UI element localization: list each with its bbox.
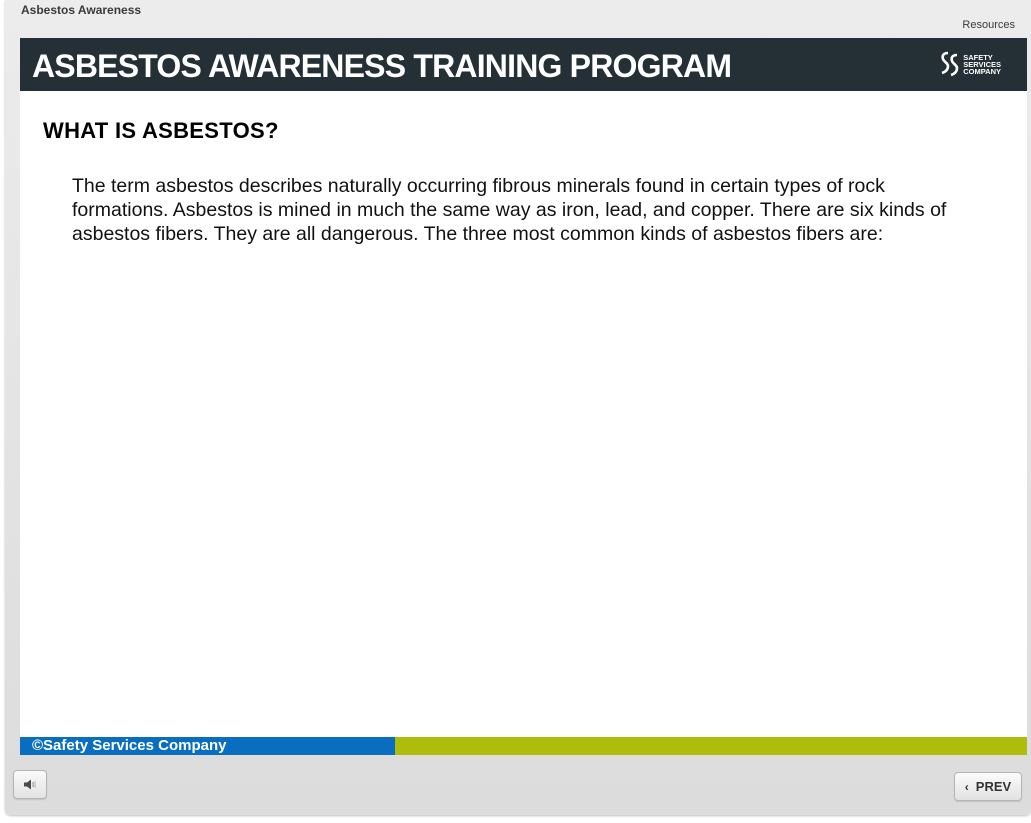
app-title: Asbestos Awareness [21, 3, 142, 17]
resources-link[interactable]: Resources [962, 19, 1015, 31]
audio-button[interactable] [13, 770, 47, 799]
slide-area: ASBESTOS AWARENESS TRAINING PROGRAM SAFE… [20, 38, 1027, 755]
logo-text: SAFETY SERVICES COMPANY [963, 53, 1001, 76]
prev-button[interactable]: ‹ PREV [954, 772, 1022, 801]
player-frame: Asbestos Awareness Resources ASBESTOS AW… [5, 0, 1031, 815]
prev-label: PREV [975, 779, 1012, 794]
slide-body-text: The term asbestos describes naturally oc… [72, 175, 947, 245]
slide-heading: WHAT IS ASBESTOS? [43, 118, 279, 143]
logo-line-3: COMPANY [963, 66, 1001, 76]
logo-mark-icon [941, 51, 959, 77]
slide-banner: ASBESTOS AWARENESS TRAINING PROGRAM SAFE… [20, 38, 1027, 91]
banner-title: ASBESTOS AWARENESS TRAINING PROGRAM [32, 48, 732, 84]
footer-copyright: ©Safety Services Company [32, 737, 227, 754]
footer-bar-blue: ©Safety Services Company [20, 737, 395, 755]
company-logo: SAFETY SERVICES COMPANY [940, 50, 1001, 78]
footer-bar-green [395, 737, 1027, 755]
chevron-left-icon: ‹ [964, 779, 969, 794]
speaker-icon [24, 779, 36, 790]
